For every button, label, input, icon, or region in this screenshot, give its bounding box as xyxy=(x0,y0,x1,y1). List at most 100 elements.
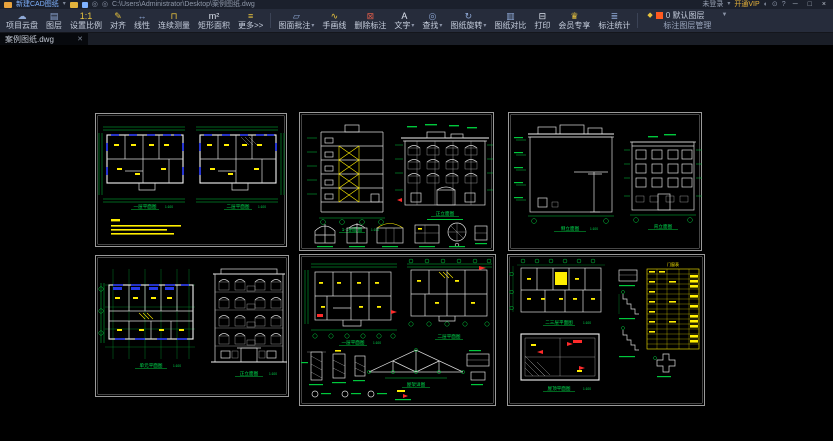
vip-crown-icon: ♛ xyxy=(570,11,578,21)
vip-upgrade-button[interactable]: 开通VIP xyxy=(734,0,759,9)
layers-icon: ▤ xyxy=(50,11,59,21)
toolbar-item-text[interactable]: A 文字▾ xyxy=(390,9,418,32)
notes-block xyxy=(111,219,181,235)
layer-color-swatch xyxy=(656,12,663,19)
drawing-panel-roof-schedule[interactable]: 二三层平面图 1:100 屋顶平面图 1:100 门窗表 xyxy=(507,254,705,406)
cloud-icon: ☁ xyxy=(18,11,27,21)
main-toolbar: ☁ 项目云盘 ▤ 图层 1:1 设置比例 ✎ 对齐 ↔ 线性 ⊓ 连续测量 m²… xyxy=(0,9,833,33)
minimize-button[interactable]: ─ xyxy=(790,0,801,9)
building-section: 1-1剖面图 1:100 xyxy=(307,125,385,233)
rear-elevation: 背立面图 xyxy=(624,134,702,230)
section-details xyxy=(301,350,489,400)
settings-icon[interactable]: ⊙ xyxy=(772,0,778,9)
plan-first-floor: 一层平面图 1:100 xyxy=(305,264,397,346)
toolbar-item-measure[interactable]: ⊓ 连续测量 xyxy=(154,9,194,32)
drawing-scale: 1:100 xyxy=(373,341,381,345)
toolbar-item-align[interactable]: ✎ 对齐 xyxy=(106,9,130,32)
side-elevation: 侧立面图 1:100 xyxy=(514,125,614,232)
toolbar-item-compare[interactable]: ▥ 图纸对比 xyxy=(490,9,530,32)
layer-dropdown-icon[interactable]: ▼ xyxy=(721,11,727,20)
annotate-icon: ▱ xyxy=(293,11,300,21)
zoom-in-icon[interactable]: ◎ xyxy=(92,0,98,9)
toolbar-item-cloud[interactable]: ☁ 项目云盘 xyxy=(2,9,42,32)
rect-area-icon: m² xyxy=(209,11,220,21)
drawing-scale: 1:100 xyxy=(583,387,591,391)
drawing-label: 正立面图 xyxy=(436,210,455,217)
rotate-icon: ↻ xyxy=(465,11,473,21)
drawing-panel-section-elevation[interactable]: 1-1剖面图 1:100 正立面图 xyxy=(299,112,494,251)
drawing-label: 单元平面图 xyxy=(140,362,163,369)
account-status[interactable]: 未登录 xyxy=(702,0,723,9)
new-drawing-button[interactable]: 新建CAD图纸 xyxy=(16,0,59,9)
annotation-stats-icon: ≣ xyxy=(611,11,619,21)
account-chevron-icon[interactable]: ▾ xyxy=(727,0,730,9)
toolbar-item-more[interactable]: ≡ 更多>> xyxy=(234,9,267,32)
drawing-panel-plans-truss[interactable]: 一层平面图 1:100 二层平面图 xyxy=(299,254,496,406)
unit-floor-plan: 单元平面图 1:100 xyxy=(99,269,195,369)
toolbar-separator xyxy=(637,13,638,28)
layer-selector-value: 0 默认图层 xyxy=(666,11,705,20)
freehand-icon: ∿ xyxy=(331,11,339,21)
dropdown-arrow-icon: ▾ xyxy=(439,22,442,29)
toolbar-item-area[interactable]: m² 矩形面积 xyxy=(194,9,234,32)
layer-selector[interactable]: ◆ 0 默认图层 ▼ xyxy=(647,11,727,20)
drawing-label: 一层平面图 xyxy=(342,340,365,346)
dropdown-arrow-icon: ▾ xyxy=(483,22,486,29)
plan-second-floor: 二层平面图 xyxy=(407,259,492,340)
zoom-out-icon[interactable]: ◎ xyxy=(102,0,108,9)
plan-second-floor: 二层平面图 1:100 xyxy=(196,127,284,210)
drawing-scale: 1:100 xyxy=(583,321,591,325)
drawing-label: 侧立面图 xyxy=(561,225,580,232)
chevron-down-icon[interactable]: ▾ xyxy=(63,0,66,9)
drawing-label: 二三层平面图 xyxy=(545,320,573,326)
roof-truss-detail: 屋架详图 xyxy=(367,348,464,388)
drawing-canvas[interactable]: 一层平面图 1:100 二层平面图 1:100 xyxy=(0,45,833,441)
active-document-tab[interactable]: 案例图纸.dwg ✕ xyxy=(0,33,88,45)
toolbar-item-annotate[interactable]: ▱ 图面批注▾ xyxy=(274,9,318,32)
drawing-label: 二层平面图 xyxy=(227,204,250,210)
layer-diamond-icon: ◆ xyxy=(647,11,652,20)
toolbar-item-freehand[interactable]: ∿ 手画线 xyxy=(318,9,350,32)
print-icon: ⊟ xyxy=(539,11,547,21)
toolbar-item-find[interactable]: ◎ 查找▾ xyxy=(418,9,446,32)
roof-plan: 屋顶平面图 1:100 xyxy=(521,334,599,392)
drawing-scale: 1:100 xyxy=(173,364,181,368)
tab-close-icon[interactable]: ✕ xyxy=(77,35,83,43)
help-icon[interactable]: ? xyxy=(782,0,786,9)
toolbar-item-stats[interactable]: ≣ 标注统计 xyxy=(594,9,634,32)
theme-icon[interactable]: ◐ xyxy=(764,0,768,9)
front-elevation: 正立面图 1:100 xyxy=(211,269,287,377)
drawing-label: 背立面图 xyxy=(654,223,673,230)
tab-bar: 案例图纸.dwg ✕ xyxy=(0,33,833,45)
align-icon: ✎ xyxy=(114,11,122,21)
toolbar-item-rotate[interactable]: ↻ 图纸旋转▾ xyxy=(446,9,490,32)
drawing-panel-elevations[interactable]: 侧立面图 1:100 背立面图 xyxy=(508,112,702,251)
drawing-label: 1-1剖面图 xyxy=(342,226,363,233)
dropdown-arrow-icon: ▾ xyxy=(311,22,314,29)
drawing-panel-floor-plans[interactable]: 一层平面图 1:100 二层平面图 1:100 xyxy=(95,113,287,247)
drawing-scale: 1:100 xyxy=(258,205,266,209)
toolbar-item-layers[interactable]: ▤ 图层 xyxy=(42,9,66,32)
drawing-label: 屋顶平面图 xyxy=(548,386,571,392)
toolbar-item-print[interactable]: ⊟ 打印 xyxy=(530,9,554,32)
layer-manage-button[interactable]: 标注图层管理 xyxy=(647,21,727,30)
toolbar-item-delete-annotation[interactable]: ⊠ 删除标注 xyxy=(350,9,390,32)
more-icon: ≡ xyxy=(248,11,253,21)
text-icon: A xyxy=(401,11,407,21)
find-icon: ◎ xyxy=(428,11,436,21)
delete-annotation-icon: ⊠ xyxy=(367,11,375,21)
toolbar-item-vip[interactable]: ♛ 会员专享 xyxy=(554,9,594,32)
toolbar-item-scale[interactable]: 1:1 设置比例 xyxy=(66,9,106,32)
maximize-button[interactable]: □ xyxy=(805,0,815,9)
door-window-schedule: 门窗表 xyxy=(647,261,699,349)
tab-title: 案例图纸.dwg xyxy=(5,34,54,45)
plan-first-floor: 一层平面图 1:100 xyxy=(99,127,185,210)
open-file-icon[interactable] xyxy=(70,2,78,8)
toolbar-separator xyxy=(270,13,271,28)
toolbar-item-linear[interactable]: ↔ 线性 xyxy=(130,9,154,32)
drawing-panel-unit-plan[interactable]: 单元平面图 1:100 正立面图 1:100 xyxy=(95,255,289,397)
drawing-scale: 1:100 xyxy=(371,228,379,232)
close-button[interactable]: × xyxy=(819,0,829,9)
compare-icon: ▥ xyxy=(506,11,515,21)
save-icon[interactable] xyxy=(82,2,88,8)
